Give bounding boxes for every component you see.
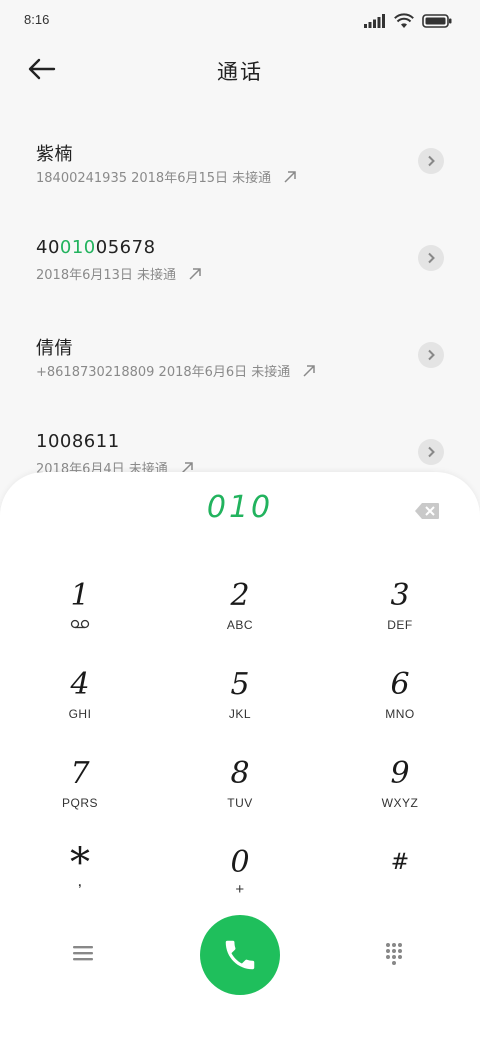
outgoing-call-icon	[284, 170, 296, 183]
call-log-item[interactable]: 4001005678 2018年6月13日 未接通	[0, 209, 480, 306]
voicemail-icon	[70, 619, 90, 629]
dial-key-2[interactable]: 2 ABC	[180, 578, 300, 658]
call-details-button[interactable]	[418, 245, 444, 271]
chevron-right-icon	[428, 252, 435, 264]
outgoing-call-icon	[189, 267, 201, 280]
key-letters: WXYZ	[381, 796, 419, 810]
call-detail-text: +8618730218809 2018年6月6日 未接通	[36, 365, 291, 380]
dial-key-1[interactable]: 1	[20, 578, 140, 658]
dial-key-8[interactable]: 8 TUV	[180, 756, 300, 836]
key-letters: TUV	[227, 796, 253, 810]
call-detail: +8618730218809 2018年6月6日 未接通	[36, 361, 316, 380]
key-digit: 7	[70, 756, 90, 791]
key-letters	[20, 618, 140, 632]
call-detail: 18400241935 2018年6月15日 未接通	[36, 167, 297, 186]
battery-icon	[422, 14, 452, 28]
status-time: 8:16	[24, 12, 50, 27]
call-contact-name: 4001005678	[36, 237, 156, 258]
key-letters: +	[235, 881, 245, 898]
menu-icon	[73, 946, 93, 961]
call-detail-text: 18400241935 2018年6月15日 未接通	[36, 171, 272, 186]
chevron-right-icon	[428, 349, 435, 361]
key-letters: ABC	[226, 618, 254, 632]
dial-key-5[interactable]: 5 JKL	[180, 667, 300, 747]
dial-key-6[interactable]: 6 MNO	[340, 667, 460, 747]
key-digit: 2	[230, 578, 250, 613]
call-detail-text: 2018年6月13日 未接通	[36, 268, 177, 283]
key-digit: 8	[230, 756, 250, 791]
dialpad-toggle-button[interactable]	[384, 942, 406, 968]
key-letters: GHI	[68, 707, 92, 721]
call-contact-name: 1008611	[36, 431, 120, 452]
status-bar: 8:16	[0, 0, 480, 40]
dial-key-9[interactable]: 9 WXYZ	[340, 756, 460, 836]
status-icons	[364, 12, 452, 30]
dial-key-3[interactable]: 3 DEF	[340, 578, 460, 658]
dial-key-4[interactable]: 4 GHI	[20, 667, 140, 747]
outgoing-call-icon	[303, 364, 316, 377]
call-contact-name: 紫楠	[36, 144, 73, 165]
dial-key-7[interactable]: 7 PQRS	[20, 756, 140, 836]
chevron-right-icon	[428, 155, 435, 167]
key-digit: 1	[70, 578, 90, 613]
wifi-icon	[394, 13, 414, 28]
call-details-button[interactable]	[418, 439, 444, 465]
key-digit: 3	[390, 578, 410, 613]
call-number-match: 010	[59, 237, 96, 258]
backspace-icon	[415, 503, 439, 519]
call-number-suffix: 05678	[95, 237, 156, 258]
call-log-list: 紫楠 18400241935 2018年6月15日 未接通 4001005678…	[0, 112, 480, 500]
phone-icon	[225, 940, 255, 970]
key-digit: 5	[230, 667, 250, 702]
key-digit: #	[390, 850, 410, 875]
key-letters: PQRS	[61, 796, 98, 810]
key-letters: JKL	[228, 707, 252, 721]
backspace-button[interactable]	[414, 502, 440, 520]
menu-button[interactable]	[72, 944, 98, 966]
key-digit: 4	[70, 667, 90, 702]
page-title: 通话	[217, 60, 263, 84]
dialpad-panel: 010 1 2 ABC 3 DEF 4 GHI 5 JKL 6 MNO 7 PQ…	[0, 472, 480, 1040]
dial-key-star[interactable]: * ,	[20, 843, 140, 925]
call-detail: 2018年6月13日 未接通	[36, 264, 202, 283]
top-bar: 通话	[0, 40, 480, 98]
signal-icon	[364, 14, 385, 28]
chevron-right-icon	[428, 446, 435, 458]
call-contact-name: 倩倩	[36, 338, 73, 359]
call-number-prefix: 40	[36, 237, 60, 258]
dial-key-hash[interactable]: #	[340, 845, 460, 925]
key-digit: 6	[390, 667, 410, 702]
dialed-number: 010	[206, 490, 274, 525]
key-digit: 0	[230, 845, 250, 880]
call-details-button[interactable]	[418, 342, 444, 368]
key-letters: ,	[78, 875, 82, 889]
call-details-button[interactable]	[418, 148, 444, 174]
call-log-item[interactable]: 紫楠 18400241935 2018年6月15日 未接通	[0, 112, 480, 209]
key-digit: 9	[390, 756, 410, 791]
key-letters: DEF	[387, 618, 413, 632]
call-log-item[interactable]: 倩倩 +8618730218809 2018年6月6日 未接通	[0, 306, 480, 403]
keypad-icon	[386, 943, 402, 965]
dial-key-0[interactable]: 0 +	[180, 845, 300, 925]
call-button[interactable]	[200, 915, 280, 995]
key-letters: MNO	[385, 707, 415, 721]
